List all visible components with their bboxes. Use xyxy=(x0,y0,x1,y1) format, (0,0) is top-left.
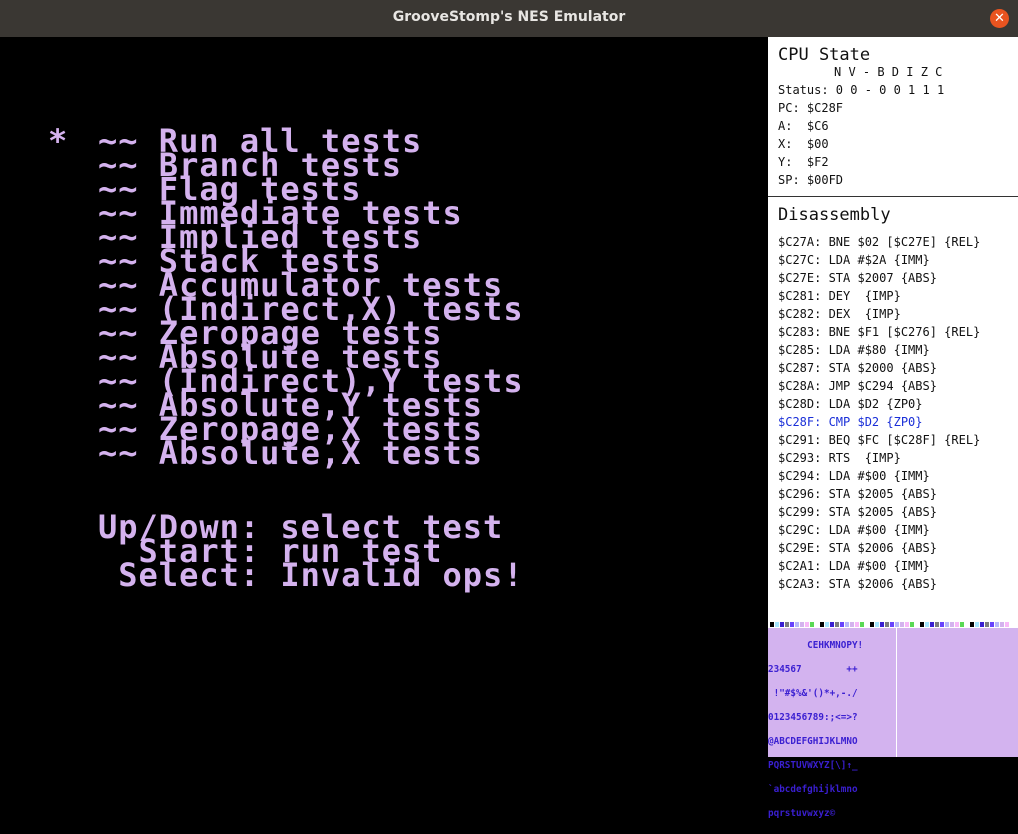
disassembly-line: $C29E: STA $2006 {ABS} xyxy=(778,541,937,555)
test-menu: * ~~ Run all tests ~~ Branch tests ~~ Fla… xyxy=(48,122,524,469)
window-title: GrooveStomp's NES Emulator xyxy=(392,9,626,25)
disassembly-line: $C287: STA $2000 {ABS} xyxy=(778,361,937,375)
palette-swatch xyxy=(950,622,954,627)
palette-swatch xyxy=(955,622,959,627)
palette-swatch xyxy=(965,622,969,627)
palette-swatch xyxy=(915,622,919,627)
palette-swatch xyxy=(900,622,904,627)
disassembly-line: $C27A: BNE $02 [$C27E] {REL} xyxy=(778,235,981,249)
status-register: Status: 0 0 - 0 0 1 1 1 xyxy=(778,83,945,97)
pc-register: PC: $C28F xyxy=(778,101,844,115)
disassembly-line: $C285: LDA #$80 {IMM} xyxy=(778,343,930,357)
palette-swatch xyxy=(920,622,924,627)
disassembly-section: Disassembly $C27A: BNE $02 [$C27E] {REL}… xyxy=(768,197,1018,627)
pattern-table-view: CEHKMNOPY! 234567 ++ !"#$%&'()*+,-./ 012… xyxy=(768,620,1018,818)
disassembly-heading: Disassembly xyxy=(778,205,891,225)
selection-cursor: * xyxy=(48,122,69,160)
menu-item-label: ~~ Absolute,X tests xyxy=(98,434,484,472)
disassembly-line: $C296: STA $2005 {ABS} xyxy=(778,487,937,501)
palette-swatch xyxy=(985,622,989,627)
pattern-table-glyphs: CEHKMNOPY! 234567 ++ !"#$%&'()*+,-./ 012… xyxy=(768,626,896,834)
sp-register: SP: $00FD xyxy=(778,173,844,187)
palette-swatch xyxy=(930,622,934,627)
x-register: X: $00 xyxy=(778,137,829,151)
palette-swatch xyxy=(1005,622,1009,627)
help-line: Select: Invalid ops! xyxy=(98,556,524,594)
pattern-row: PQRSTUVWXYZ[\]↑_ xyxy=(768,760,858,771)
controls-help: Up/Down: select test Start: run test Sel… xyxy=(98,511,524,594)
palette-swatch xyxy=(910,622,914,627)
palette-swatch xyxy=(925,622,929,627)
pattern-row: !"#$%&'()*+,-./ xyxy=(768,688,858,699)
palette-swatch xyxy=(975,622,979,627)
pattern-table-divider xyxy=(896,628,897,757)
pattern-row: 234567 ++ xyxy=(768,664,858,675)
palette-swatch xyxy=(935,622,939,627)
palette-swatch xyxy=(905,622,909,627)
cpu-state-heading: CPU State xyxy=(778,45,871,65)
disassembly-line: $C293: RTS {IMP} xyxy=(778,451,901,465)
cpu-state-section: CPU State N V - B D I Z C Status: 0 0 - … xyxy=(768,37,1018,197)
y-register: Y: $F2 xyxy=(778,155,829,169)
disassembly-line: $C283: BNE $F1 [$C276] {REL} xyxy=(778,325,981,339)
disassembly-line: $C282: DEX {IMP} xyxy=(778,307,901,321)
menu-item: ~~ Absolute,X tests xyxy=(48,437,524,469)
a-register: A: $C6 xyxy=(778,119,829,133)
pattern-row: `abcdefghijklmno xyxy=(768,784,858,795)
palette-swatch xyxy=(945,622,949,627)
flags-header: N V - B D I Z C xyxy=(834,65,943,79)
palette-swatch xyxy=(940,622,944,627)
disassembly-line: $C294: LDA #$00 {IMM} xyxy=(778,469,930,483)
palette-swatch xyxy=(990,622,994,627)
disassembly-line: $C27E: STA $2007 {ABS} xyxy=(778,271,937,285)
palette-swatch xyxy=(1000,622,1004,627)
close-icon[interactable]: ✕ xyxy=(990,9,1009,28)
disassembly-line: $C27C: LDA #$2A {IMM} xyxy=(778,253,930,267)
disassembly-line: $C28A: JMP $C294 {ABS} xyxy=(778,379,937,393)
disassembly-line: $C291: BEQ $FC [$C28F] {REL} xyxy=(778,433,981,447)
disassembly-line: $C299: STA $2005 {ABS} xyxy=(778,505,937,519)
pattern-row: 0123456789:;<=>? xyxy=(768,712,858,723)
palette-swatch xyxy=(995,622,999,627)
pattern-row: CEHKMNOPY! xyxy=(768,640,864,651)
palette-swatch xyxy=(960,622,964,627)
pattern-row: @ABCDEFGHIJKLMNO xyxy=(768,736,858,747)
nes-screen: * ~~ Run all tests ~~ Branch tests ~~ Fla… xyxy=(0,37,768,757)
window-titlebar: GrooveStomp's NES Emulator ✕ xyxy=(0,0,1018,37)
pattern-row: pqrstuvwxyz© xyxy=(768,808,836,819)
disassembly-current-line: $C28F: CMP $D2 {ZP0} xyxy=(778,415,923,429)
palette-swatch xyxy=(970,622,974,627)
disassembly-line: $C29C: LDA #$00 {IMM} xyxy=(778,523,930,537)
disassembly-line: $C281: DEY {IMP} xyxy=(778,289,901,303)
disassembly-line: $C2A3: STA $2006 {ABS} xyxy=(778,577,937,591)
palette-swatch xyxy=(980,622,984,627)
disassembly-line: $C2A1: LDA #$00 {IMM} xyxy=(778,559,930,573)
disassembly-line: $C28D: LDA $D2 {ZP0} xyxy=(778,397,923,411)
